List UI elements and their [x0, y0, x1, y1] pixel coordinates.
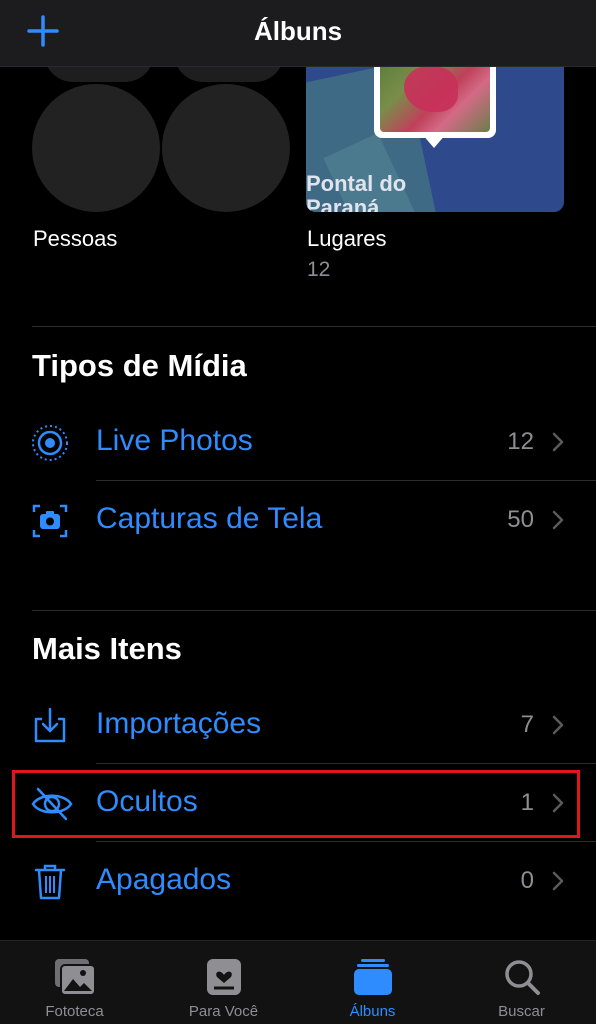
more-items-title: Mais Itens	[32, 631, 182, 666]
places-album-label[interactable]: Lugares	[307, 226, 387, 252]
albums-screen: Álbuns Pessoas Pontal do Paraná Lugares …	[0, 0, 596, 1024]
section-divider	[32, 326, 596, 327]
people-album-label[interactable]: Pessoas	[33, 226, 117, 252]
chevron-right-icon	[552, 715, 564, 735]
eye-slash-icon	[30, 785, 73, 823]
tab-label: Buscar	[498, 1003, 545, 1020]
chevron-right-icon	[552, 432, 564, 452]
album-row-hidden[interactable]: Ocultos 1	[0, 765, 596, 841]
row-divider	[96, 480, 596, 481]
row-divider	[96, 841, 596, 842]
chevron-right-icon	[552, 793, 564, 813]
albums-icon	[351, 957, 395, 997]
tab-library[interactable]: Fototeca	[0, 941, 149, 1024]
map-place-line1: Pontal do	[306, 171, 407, 196]
album-row-deleted[interactable]: Apagados 0	[0, 843, 596, 919]
flower-photo	[380, 58, 490, 132]
row-divider	[96, 763, 596, 764]
chevron-right-icon	[552, 871, 564, 891]
album-row-count: 50	[507, 506, 534, 533]
album-row-live-photos[interactable]: Live Photos 12	[0, 404, 596, 480]
album-row-count: 0	[520, 867, 534, 894]
album-row-label: Importações	[96, 707, 262, 740]
album-row-label: Ocultos	[96, 785, 198, 818]
people-thumb[interactable]	[32, 84, 160, 212]
media-types-title: Tipos de Mídia	[32, 348, 247, 383]
map-pin-tail	[422, 134, 446, 148]
map-place-line2: Paraná	[306, 195, 380, 213]
section-divider	[32, 610, 596, 611]
photos-library-icon	[53, 957, 97, 997]
places-album-count: 12	[307, 258, 331, 281]
map-place-name: Pontal do Paraná	[306, 171, 407, 213]
flower-petal	[404, 66, 458, 112]
tab-search[interactable]: Buscar	[447, 941, 596, 1024]
album-row-label: Live Photos	[96, 424, 253, 457]
for-you-icon	[202, 957, 246, 997]
album-row-screenshots[interactable]: Capturas de Tela 50	[0, 482, 596, 558]
places-map-thumbnail[interactable]: Pontal do Paraná	[306, 44, 564, 212]
tab-label: Para Você	[188, 1003, 259, 1020]
album-row-count: 7	[520, 711, 534, 738]
people-thumb[interactable]	[162, 84, 290, 212]
trash-icon	[30, 863, 70, 901]
import-icon	[30, 707, 70, 745]
tab-label: Fototeca	[45, 1003, 104, 1020]
tab-bar: Fototeca Para Você Álbuns Buscar	[0, 940, 596, 1024]
nav-bar: Álbuns	[0, 0, 596, 67]
tab-for-you[interactable]: Para Você	[149, 941, 298, 1024]
live-photo-icon	[30, 424, 70, 462]
album-row-count: 12	[507, 428, 534, 455]
album-row-count: 1	[520, 789, 534, 816]
page-title: Álbuns	[253, 16, 343, 46]
album-row-label: Capturas de Tela	[96, 502, 323, 535]
tab-albums[interactable]: Álbuns	[298, 941, 447, 1024]
search-icon	[500, 957, 544, 997]
screenshot-icon	[30, 502, 70, 540]
album-row-label: Apagados	[96, 863, 232, 896]
tab-label: Álbuns	[349, 1003, 396, 1020]
chevron-right-icon	[552, 510, 564, 530]
album-row-imports[interactable]: Importações 7	[0, 687, 596, 763]
